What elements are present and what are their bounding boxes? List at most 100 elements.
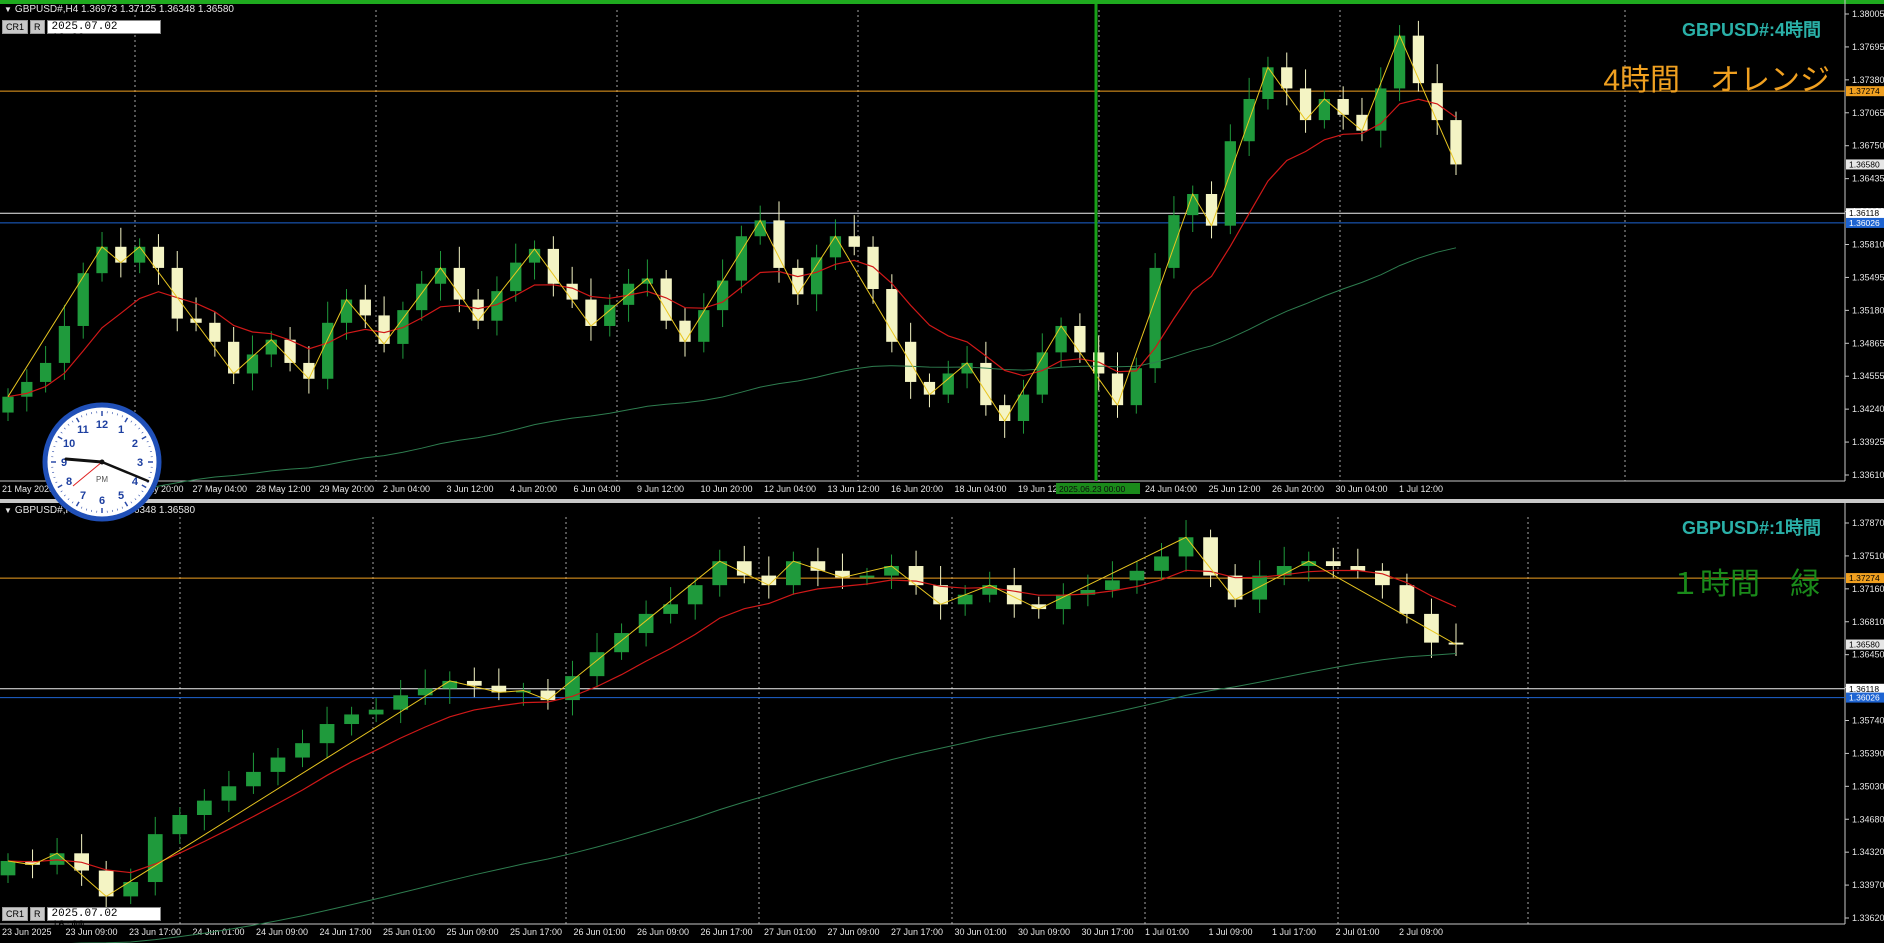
candle-bull [1129,570,1145,581]
clock-numeral: 8 [66,476,72,488]
current-price-label: 1.36580 [1849,159,1880,169]
candle-bear [999,405,1011,421]
candle-bull [246,354,259,374]
candle-bear [152,246,165,268]
chart-h1-canvas[interactable]: 1.378701.375101.371601.368101.364501.361… [0,503,1884,943]
price-axis-label: 1.33610 [1852,470,1884,480]
chart-h1-controls: CR1 R 2025.07.02 16:00 [2,906,161,932]
candle-bull [77,273,89,326]
time-axis-label: 6 Jun 04:00 [574,484,621,494]
candle-bear [1412,35,1425,84]
symbol-label: GBPUSD#:1時間 [1681,518,1821,538]
blue-price-label: 1.36026 [1849,218,1880,228]
price-axis-label: 1.35390 [1852,748,1884,758]
chart-h4-canvas[interactable]: 1.38005 1.37695 1.37380 1.37065 1.36750 1.364… [0,0,1884,499]
candle-bear [171,267,183,319]
price-axis-label: 1.34240 [1852,404,1884,414]
chart-pane-h1[interactable]: 1.378701.375101.371601.368101.364501.361… [0,503,1884,943]
ma-fast-line [7,98,1457,398]
note-green: １時間 緑 [1670,568,1820,601]
white-price-label: 1.36118 [1849,208,1879,218]
time-axis-label: 30 Jun 09:00 [1018,927,1070,937]
price-axis-label: 1.35810 [1852,240,1884,250]
time-axis-label: 29 May 20:00 [320,484,375,494]
collapse-arrow-icon[interactable]: ▼ [4,506,12,515]
candle-bull [147,834,163,883]
chart-top-border [0,0,1884,4]
candle-bear [566,283,578,300]
time-axis-label: 24 Jun 09:00 [256,927,308,937]
zigzag-line [7,34,1457,422]
collapse-arrow-icon[interactable]: ▼ [4,5,12,14]
datetime-field[interactable]: 2025.07.02 16:00 [46,906,161,932]
candle-bear [1356,114,1368,131]
time-axis-label: 25 Jun 01:00 [383,927,435,937]
candle-bull [393,695,409,710]
time-axis-label: 26 Jun 17:00 [701,927,753,937]
time-axis-label: 25 Jun 17:00 [510,927,562,937]
candle-bull [1055,325,1067,353]
r-button[interactable]: R [30,19,45,34]
price-axis-label: 1.36435 [1852,174,1884,184]
candle-bull [1105,580,1120,590]
candle-bull [1130,368,1142,406]
price-axis-label: 1.35740 [1852,716,1884,726]
time-axis-label: 24 Jun 17:00 [320,927,372,937]
symbol-label: GBPUSD#:4時間 [1681,20,1821,40]
cr1-button[interactable]: CR1 [2,906,29,921]
candle-bear [1227,575,1243,600]
candle-bull [1168,215,1180,268]
candle-bear [98,870,114,897]
price-axis-label: 1.37065 [1852,108,1884,118]
time-axis-label: 24 Jun 04:00 [1145,484,1197,494]
ma-slow-line [113,247,1457,499]
clock-numeral: 1 [118,424,124,436]
time-axis-label: 27 Jun 09:00 [828,927,880,937]
note-orange: 4時間 オレンジ [1603,64,1830,97]
candle-bull [221,786,237,801]
candle-bull [735,236,748,281]
candle-bull [1017,394,1030,421]
time-highlight-label: 2025.06.23 00:00 [1059,484,1125,494]
price-axis-label: 1.37695 [1852,42,1884,52]
candle-bull [829,236,842,258]
candle-bear [886,289,898,342]
price-axis-label: 1.34320 [1852,847,1884,857]
candle-bull [434,267,447,284]
datetime-field[interactable]: 2025.07.02 16:00 [46,19,161,45]
time-axis-label: 18 Jun 04:00 [955,484,1007,494]
price-axis-label: 1.35180 [1852,305,1884,315]
price-axis-label: 1.35030 [1852,781,1884,791]
time-axis-label: 13 Jun 12:00 [828,484,880,494]
candle-bear [585,299,597,326]
candle-bull [957,594,973,605]
candle-bull [663,604,679,614]
price-axis-label: 1.36750 [1852,141,1884,151]
time-axis-label: 26 Jun 01:00 [574,927,626,937]
time-axis-label: 30 Jun 17:00 [1082,927,1134,937]
chart-pane-h4[interactable]: 1.38005 1.37695 1.37380 1.37065 1.36750 1.364… [0,0,1884,499]
candle-bull [319,724,335,744]
candle-bear [792,267,804,295]
candle-bull [344,714,359,725]
candle-bear [1431,83,1443,121]
cr1-button[interactable]: CR1 [2,19,29,34]
candle-bear [547,248,559,284]
time-axis-label: 9 Jun 12:00 [637,484,684,494]
candle-bull [1375,88,1387,131]
candle-bear [773,220,785,268]
candle-bull [246,771,261,787]
price-axis-label: 1.36450 [1852,650,1884,660]
time-axis-label: 30 Jun 04:00 [1336,484,1388,494]
candle-bear [867,246,879,290]
candles [2,20,1462,438]
blue-price-label: 1.36026 [1849,693,1880,703]
r-button[interactable]: R [30,906,45,921]
ma-fast-line [7,569,1457,874]
candle-bull [528,248,541,263]
price-axis-label: 1.38005 [1852,9,1884,19]
candle-bear [472,299,484,321]
candle-bear [209,322,221,342]
candle-bull [417,688,433,696]
candle-bear [905,341,917,382]
